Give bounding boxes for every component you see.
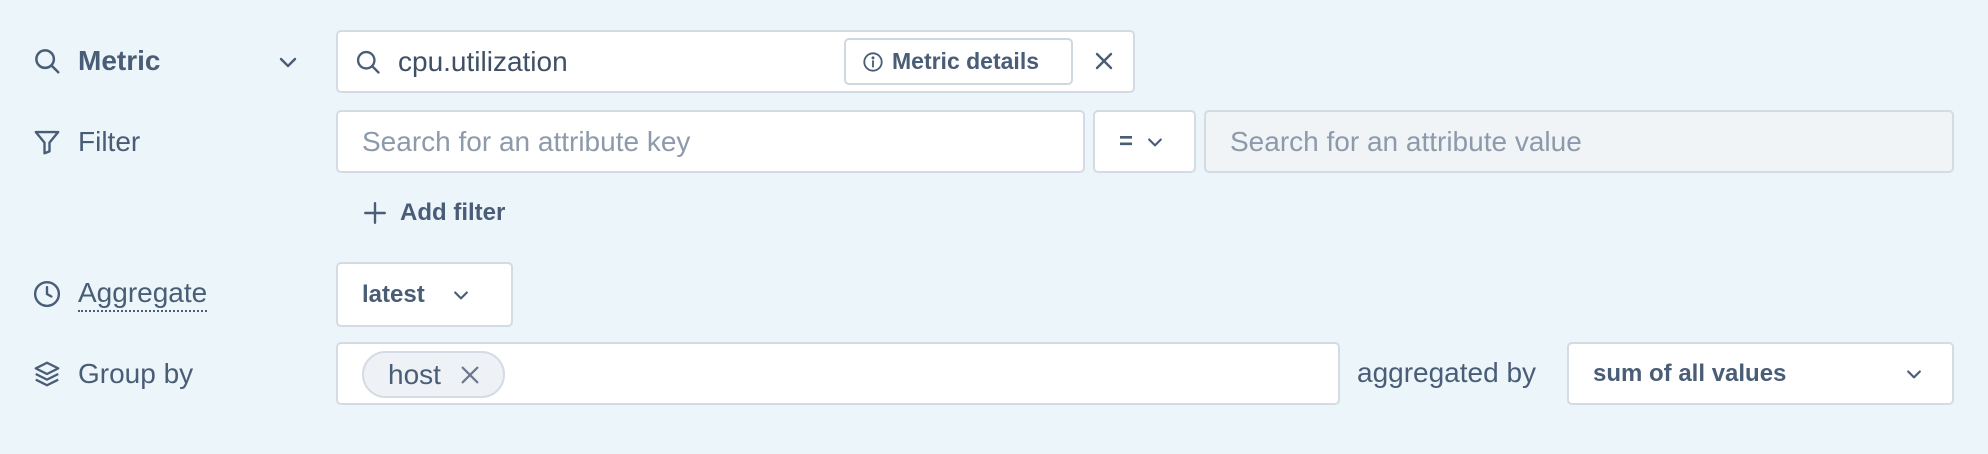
aggregated-by-value: sum of all values xyxy=(1593,359,1787,387)
attribute-value-placeholder: Search for an attribute value xyxy=(1230,126,1582,157)
group-by-row-label: Group by xyxy=(30,357,193,391)
aggregate-value: latest xyxy=(362,280,425,308)
metric-row-label[interactable]: Metric xyxy=(30,44,160,78)
group-by-label: Group by xyxy=(78,358,194,389)
operator-chevron-down-icon xyxy=(1145,132,1165,152)
add-filter-label: Add filter xyxy=(400,199,506,226)
operator-select[interactable]: = xyxy=(1093,110,1196,173)
remove-tag-close-icon[interactable] xyxy=(459,364,481,386)
attribute-key-placeholder: Search for an attribute key xyxy=(362,126,691,157)
attribute-value-input[interactable]: Search for an attribute value xyxy=(1204,110,1954,173)
metric-collapse-chevron-icon[interactable] xyxy=(276,50,300,74)
aggregated-by-chevron-down-icon xyxy=(1904,364,1924,384)
search-icon xyxy=(30,44,64,78)
aggregate-row-label: Aggregate xyxy=(30,276,208,312)
add-filter-button[interactable]: Add filter xyxy=(362,199,505,227)
metric-details-label: Metric details xyxy=(892,48,1039,74)
filter-label: Filter xyxy=(78,126,141,157)
metric-label: Metric xyxy=(78,45,161,76)
metric-value[interactable]: cpu.utilization xyxy=(398,46,568,78)
aggregate-label[interactable]: Aggregate xyxy=(78,277,208,312)
metric-search-field[interactable]: cpu.utilization Metric details xyxy=(336,30,1135,93)
filter-icon xyxy=(30,125,64,159)
group-by-tag: host xyxy=(362,351,505,398)
attribute-key-input[interactable]: Search for an attribute key xyxy=(336,110,1085,173)
layers-icon xyxy=(30,357,64,391)
group-by-input[interactable]: host xyxy=(336,342,1340,405)
aggregated-by-label: aggregated by xyxy=(1357,357,1537,388)
aggregated-by-select[interactable]: sum of all values xyxy=(1567,342,1954,405)
aggregate-select[interactable]: latest xyxy=(336,262,513,327)
info-icon xyxy=(862,51,884,73)
operator-value: = xyxy=(1119,127,1134,155)
plus-icon xyxy=(362,200,388,226)
aggregate-chevron-down-icon xyxy=(451,285,471,305)
metric-details-button[interactable]: Metric details xyxy=(844,38,1073,85)
filter-row-label: Filter xyxy=(30,125,140,159)
group-by-tag-label: host xyxy=(388,358,441,390)
metric-search-icon xyxy=(354,48,382,76)
clock-icon xyxy=(30,277,64,311)
clear-metric-close-icon[interactable] xyxy=(1092,49,1116,73)
